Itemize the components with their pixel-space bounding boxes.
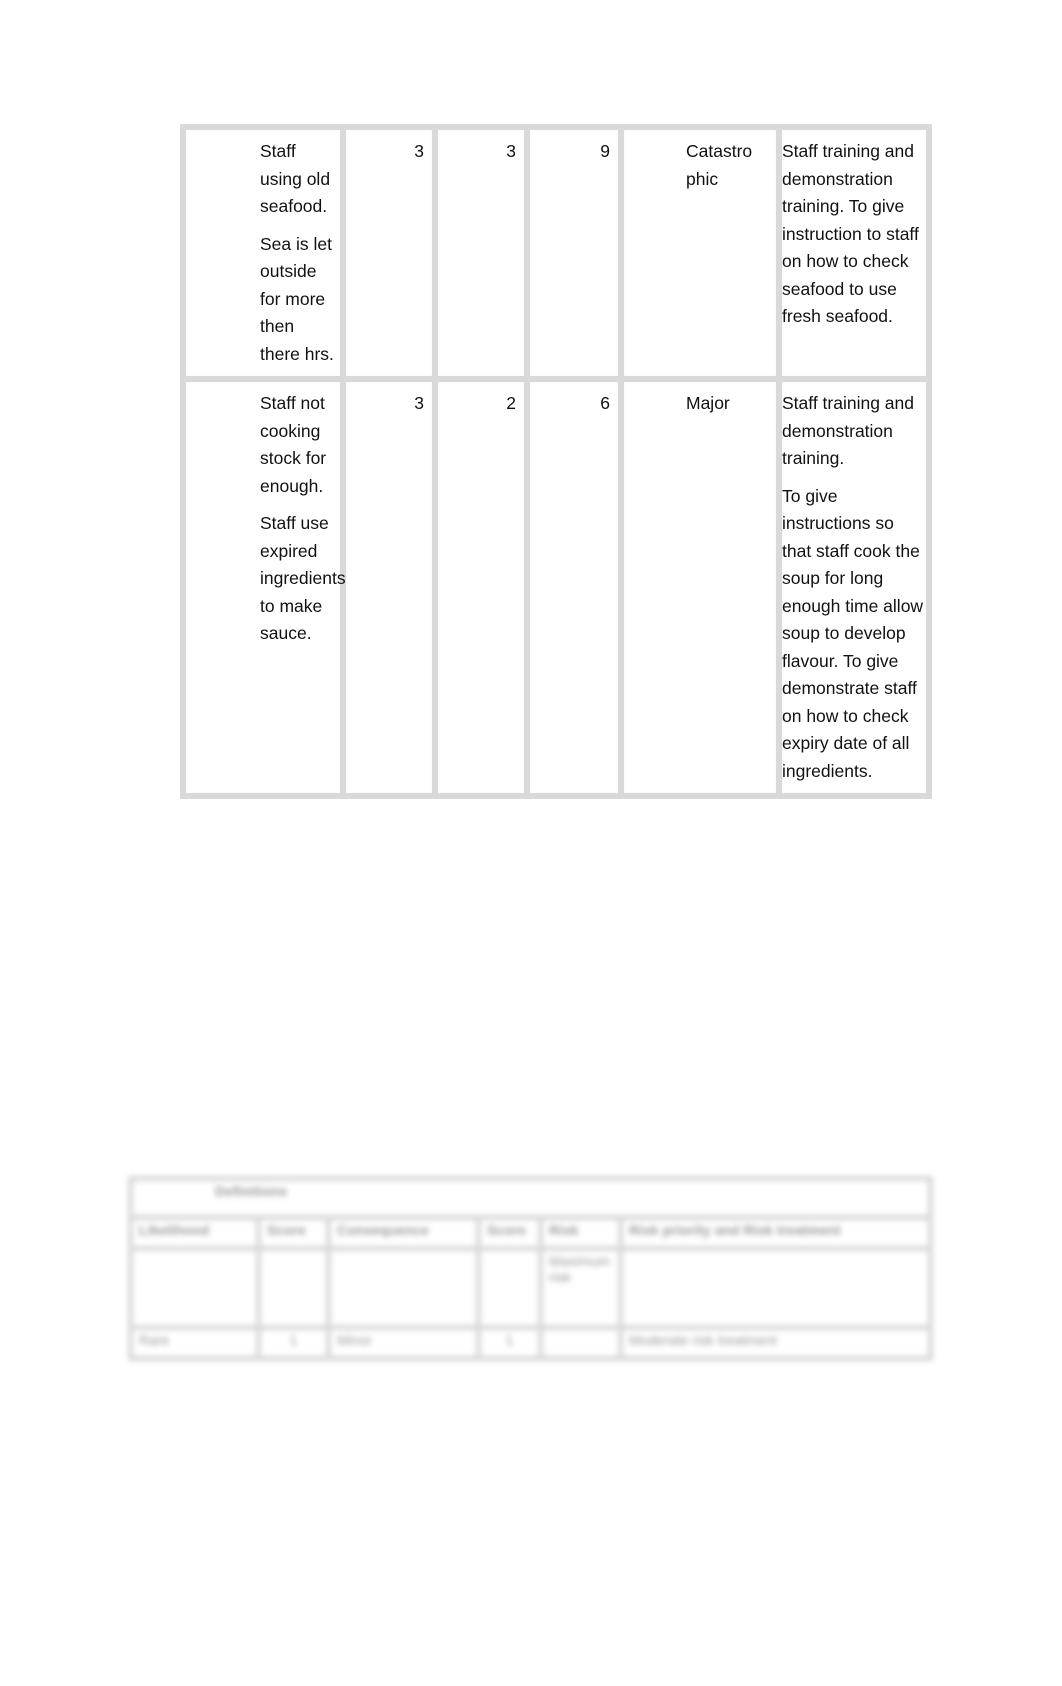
hazard-text: Staff use expired ingredients to make sa… bbox=[260, 513, 346, 643]
severity-cell: Major bbox=[618, 376, 782, 799]
table-cell bbox=[538, 1325, 623, 1361]
hazard-text: Staff not cooking stock for enough. bbox=[260, 393, 327, 496]
table-row: Staff not cooking stock for enough. Staf… bbox=[180, 376, 932, 799]
table-cell bbox=[617, 1246, 934, 1330]
risk-score-cell: 9 bbox=[524, 124, 624, 382]
header-cell: Score bbox=[476, 1215, 543, 1251]
table-cell: Maximum risk bbox=[538, 1246, 623, 1330]
header-cell: Likelihood bbox=[128, 1215, 261, 1251]
header-cell: Risk bbox=[538, 1215, 623, 1251]
control-text: Staff training and demonstration trainin… bbox=[782, 141, 919, 326]
severity-cell: Catastro phic bbox=[618, 124, 782, 382]
definitions-table: Definitions Likelihood Score Consequence… bbox=[127, 1176, 934, 1361]
table-cell: 1 bbox=[256, 1325, 331, 1361]
definitions-table-blurred: Definitions Likelihood Score Consequence… bbox=[127, 1176, 934, 1368]
document-page: Staff using old seafood. Sea is let outs… bbox=[0, 0, 1062, 1686]
header-cell: Consequence bbox=[326, 1215, 481, 1251]
table-cell: Minor bbox=[326, 1325, 481, 1361]
hazard-cell: Staff using old seafood. Sea is let outs… bbox=[180, 124, 346, 382]
consequence-cell: 2 bbox=[432, 376, 530, 799]
consequence-cell: 3 bbox=[432, 124, 530, 382]
control-text: To give instructions so that staff cook … bbox=[782, 485, 924, 781]
control-measures-cell: Staff training and demonstration trainin… bbox=[776, 376, 932, 799]
table-cell bbox=[476, 1246, 543, 1330]
table-cell bbox=[326, 1246, 481, 1330]
table-cell: Moderate risk treatment bbox=[617, 1325, 934, 1361]
header-cell: Risk priority and Risk treatment bbox=[617, 1215, 934, 1251]
table-cell bbox=[256, 1246, 331, 1330]
header-cell: Score bbox=[256, 1215, 331, 1251]
table-row: Staff using old seafood. Sea is let outs… bbox=[180, 124, 932, 382]
risk-assessment-table: Staff using old seafood. Sea is let outs… bbox=[180, 124, 932, 799]
likelihood-cell: 3 bbox=[340, 376, 438, 799]
table-row: Definitions bbox=[127, 1176, 934, 1220]
table-header-row: Likelihood Score Consequence Score Risk … bbox=[128, 1215, 934, 1251]
table-cell: Rare bbox=[128, 1325, 261, 1361]
control-text: Staff training and demonstration trainin… bbox=[782, 393, 914, 468]
definitions-title: Definitions bbox=[127, 1176, 934, 1220]
hazard-text: Sea is let outside for more then there h… bbox=[260, 233, 334, 364]
likelihood-cell: 3 bbox=[340, 124, 438, 382]
table-row: Maximum risk bbox=[128, 1246, 934, 1330]
risk-score-cell: 6 bbox=[524, 376, 624, 799]
table-cell: 1 bbox=[476, 1325, 543, 1361]
table-row: Rare 1 Minor 1 Moderate risk treatment bbox=[128, 1325, 934, 1361]
table-cell bbox=[128, 1246, 261, 1330]
hazard-cell: Staff not cooking stock for enough. Staf… bbox=[180, 376, 346, 799]
control-measures-cell: Staff training and demonstration trainin… bbox=[776, 124, 932, 382]
hazard-text: Staff using old seafood. bbox=[260, 141, 331, 216]
